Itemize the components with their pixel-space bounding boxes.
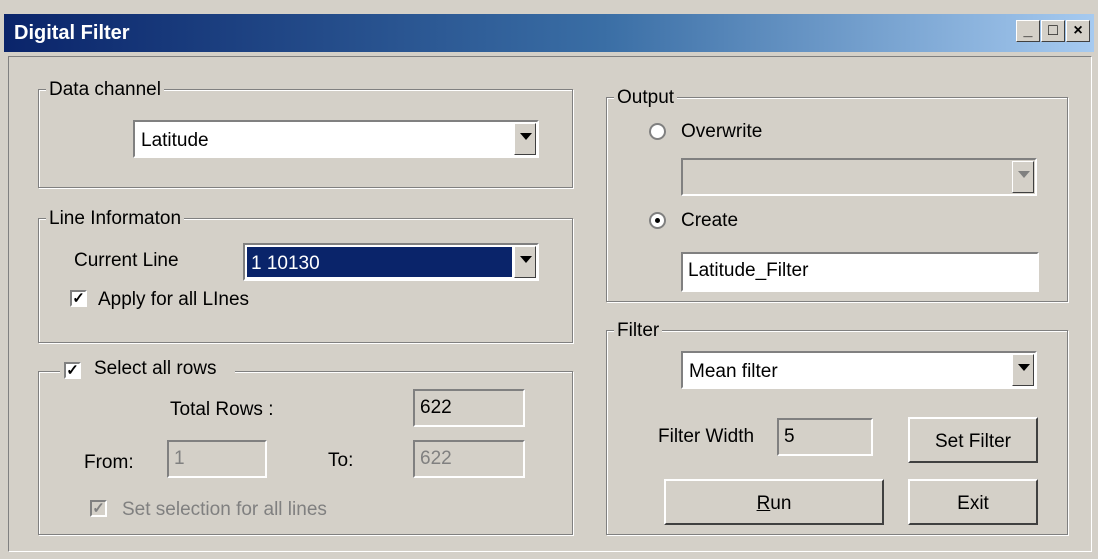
set-selection-label: Set selection for all lines xyxy=(122,499,327,520)
overwrite-dropdown-button[interactable] xyxy=(1012,161,1034,193)
minimize-icon: _ xyxy=(1023,22,1033,39)
overwrite-channel-select[interactable] xyxy=(681,158,1037,196)
data-channel-select[interactable]: Latitude xyxy=(133,120,539,158)
run-button[interactable]: Run xyxy=(664,479,884,525)
exit-button[interactable]: Exit xyxy=(908,479,1038,525)
current-line-dropdown-button[interactable] xyxy=(514,246,536,278)
current-line-select[interactable]: 1 10130 xyxy=(243,243,539,281)
filter-legend: Filter xyxy=(614,320,663,342)
run-label-rest: un xyxy=(770,493,792,514)
from-field[interactable]: 1 xyxy=(167,440,267,478)
data-channel-value: Latitude xyxy=(141,130,209,151)
radio-selected-icon xyxy=(655,218,660,223)
create-label: Create xyxy=(681,210,739,231)
close-button[interactable]: × xyxy=(1066,20,1090,42)
select-all-rows-checkbox[interactable]: ✓ xyxy=(64,362,81,379)
filter-type-select[interactable]: Mean filter xyxy=(681,351,1037,389)
select-all-rows-label: Select all rows xyxy=(94,358,217,379)
filter-type-dropdown-button[interactable] xyxy=(1012,354,1034,386)
create-channel-input[interactable]: Latitude_Filter xyxy=(681,252,1039,292)
total-rows-field: 622 xyxy=(413,389,525,427)
total-rows-label: Total Rows : xyxy=(170,399,274,420)
minimize-button[interactable]: _ xyxy=(1016,20,1040,42)
apply-all-lines-checkbox[interactable]: ✓ xyxy=(70,290,87,307)
chevron-down-icon xyxy=(520,256,532,263)
set-selection-checkbox[interactable]: ✓ xyxy=(90,500,107,517)
create-radio[interactable] xyxy=(649,212,666,229)
run-label: Run xyxy=(666,493,882,515)
apply-all-lines-label: Apply for all LInes xyxy=(98,289,250,310)
check-icon: ✓ xyxy=(72,290,85,307)
chevron-down-icon xyxy=(520,133,532,140)
overwrite-label: Overwrite xyxy=(681,121,763,142)
set-filter-label: Set Filter xyxy=(934,431,1012,452)
current-line-value: 1 10130 xyxy=(251,253,320,274)
current-line-label: Current Line xyxy=(74,250,179,271)
close-icon: × xyxy=(1073,22,1083,39)
from-label: From: xyxy=(84,452,134,473)
line-info-legend: Line Informaton xyxy=(46,208,185,230)
overwrite-radio[interactable] xyxy=(649,123,666,140)
digital-filter-window: Digital Filter _ □ × Data channel Latitu… xyxy=(0,0,1098,559)
chevron-down-icon xyxy=(1018,171,1030,178)
data-channel-dropdown-button[interactable] xyxy=(514,123,536,155)
filter-width-field[interactable]: 5 xyxy=(777,418,873,456)
run-mnemonic: R xyxy=(756,493,771,514)
maximize-icon: □ xyxy=(1048,22,1058,39)
filter-type-value: Mean filter xyxy=(689,361,778,382)
total-rows-value: 622 xyxy=(420,397,452,418)
set-filter-button[interactable]: Set Filter xyxy=(908,417,1038,463)
filter-width-label: Filter Width xyxy=(658,426,755,447)
check-icon: ✓ xyxy=(66,362,79,379)
check-icon: ✓ xyxy=(92,500,105,517)
to-field[interactable]: 622 xyxy=(413,440,525,478)
from-value: 1 xyxy=(174,448,185,469)
exit-label: Exit xyxy=(957,493,989,514)
create-channel-value: Latitude_Filter xyxy=(688,260,809,281)
to-value: 622 xyxy=(420,448,452,469)
to-label: To: xyxy=(328,450,354,471)
chevron-down-icon xyxy=(1018,364,1030,371)
title-bar[interactable]: Digital Filter _ □ × xyxy=(4,14,1094,52)
window-title: Digital Filter xyxy=(14,22,130,44)
output-legend: Output xyxy=(614,87,678,109)
filter-width-value: 5 xyxy=(784,426,795,447)
maximize-button[interactable]: □ xyxy=(1041,20,1065,42)
data-channel-legend: Data channel xyxy=(46,79,164,101)
